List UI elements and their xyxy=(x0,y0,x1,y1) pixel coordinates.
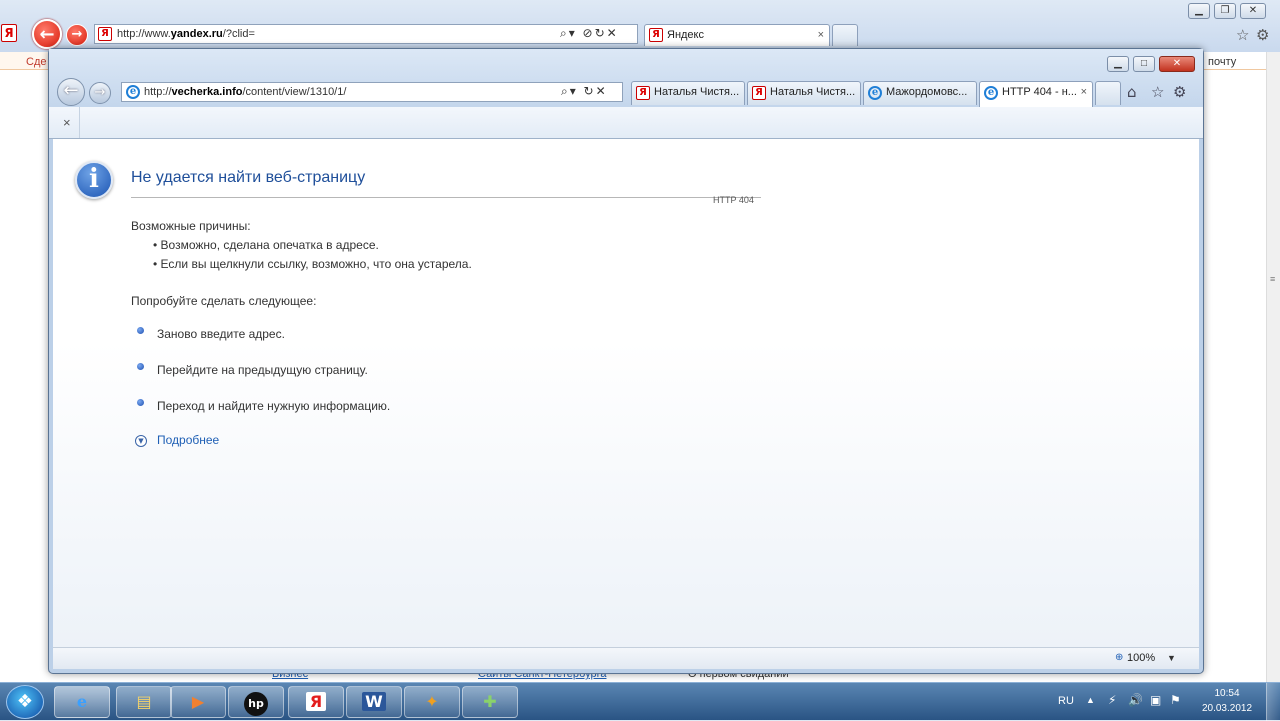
address-tools[interactable]: ⌕▾ ⊘↻✕ xyxy=(560,26,619,41)
yandex-favicon-icon: Я xyxy=(98,27,112,41)
front-nav-bar: ▁ □ ✕ ← → e http://vecherka.info/content… xyxy=(49,49,1203,107)
back-page-left: Сде xyxy=(0,52,48,682)
command-bar: × xyxy=(49,107,1203,139)
favorites-star-icon[interactable]: ☆ xyxy=(1236,26,1249,44)
close-window-button[interactable]: ✕ xyxy=(1240,3,1266,19)
volume-icon[interactable]: 🔊 xyxy=(1128,693,1143,707)
taskbar-hp-icon[interactable]: hp xyxy=(228,686,284,718)
tab-label: Мажордомовс... xyxy=(886,86,968,98)
new-tab-button[interactable] xyxy=(1095,81,1121,105)
home-icon[interactable]: ⌂ xyxy=(1127,83,1137,101)
address-suffix: /content/view/1310/1/ xyxy=(242,86,347,98)
restore-button[interactable]: ❐ xyxy=(1214,3,1236,19)
action-center-flag-icon[interactable]: ⚑ xyxy=(1170,693,1181,707)
front-browser-window: ▁ □ ✕ ← → e http://vecherka.info/content… xyxy=(48,48,1204,674)
address-domain: yandex.ru xyxy=(170,28,223,40)
back-button[interactable]: ← xyxy=(32,19,62,49)
tray-expand-icon[interactable]: ▲ xyxy=(1086,695,1095,705)
language-indicator[interactable]: RU xyxy=(1058,695,1074,707)
tab-natalya-1[interactable]: Я Наталья Чистя... xyxy=(631,81,745,105)
gear-icon[interactable]: ⚙ xyxy=(1173,83,1186,101)
expand-chevron-icon[interactable]: ▼ xyxy=(135,435,147,447)
status-bar: ⊕ 100% ▼ xyxy=(53,647,1199,669)
http-code: HTTP 404 xyxy=(713,195,754,205)
tab-label: Наталья Чистя... xyxy=(770,86,856,98)
bullet-icon xyxy=(137,399,144,406)
cause-item: • Возможно, сделана опечатка в адресе. xyxy=(153,238,379,252)
forward-button[interactable]: → xyxy=(89,82,111,104)
action-go-back[interactable]: Перейдите на предыдущую страницу. xyxy=(157,363,368,377)
back-window-toolbar: ▁ ❐ ✕ Я ← → Я http://www.yandex.ru/?clid… xyxy=(0,0,1280,52)
back-scrollbar[interactable]: ≡ xyxy=(1266,52,1280,682)
info-icon: i xyxy=(75,161,113,199)
forward-button[interactable]: → xyxy=(66,24,88,46)
address-bar[interactable]: e http://vecherka.info/content/view/1310… xyxy=(121,82,623,102)
back-page-right: почту xyxy=(1204,52,1266,682)
taskbar: ❖ e ▤ ▶ hp Я W ✦ ✚ RU ▲ ⚡ 🔊 ▣ ⚑ 10:54 20… xyxy=(0,682,1280,721)
yandex-favicon-icon: Я xyxy=(649,28,663,42)
title-divider xyxy=(131,197,761,198)
back-page-left-text: Сде xyxy=(26,56,47,68)
minimize-button[interactable]: ▁ xyxy=(1188,3,1210,19)
taskbar-app-icon[interactable]: ✦ xyxy=(404,686,460,718)
close-tab-icon[interactable]: × xyxy=(1081,82,1087,102)
address-prefix: http:// xyxy=(144,86,172,98)
ie-favicon-icon: e xyxy=(868,86,882,100)
yandex-favicon-icon: Я xyxy=(752,86,766,100)
address-suffix: /?clid= xyxy=(222,28,255,40)
desktop: ▁ ❐ ✕ Я ← → Я http://www.yandex.ru/?clid… xyxy=(0,0,1280,721)
tab-label: Наталья Чистя... xyxy=(654,86,740,98)
back-page-right-text[interactable]: почту xyxy=(1208,56,1236,68)
show-desktop-button[interactable] xyxy=(1266,683,1280,721)
taskbar-yandex-icon[interactable]: Я xyxy=(288,686,344,718)
minimize-button[interactable]: ▁ xyxy=(1107,56,1129,72)
clock-date: 20.03.2012 xyxy=(1201,703,1253,714)
action-navigate[interactable]: Переход и найдите нужную информацию. xyxy=(157,399,390,413)
close-tab-icon[interactable]: × xyxy=(818,25,824,45)
back-tab-yandex[interactable]: Я Яндекс × xyxy=(644,24,830,46)
tab-label: Яндекс xyxy=(667,29,704,41)
close-bar-button[interactable]: × xyxy=(63,115,71,130)
clock[interactable]: 10:54 20.03.2012 xyxy=(1198,686,1256,716)
bullet-icon xyxy=(137,327,144,334)
tab-natalya-2[interactable]: Я Наталья Чистя... xyxy=(747,81,861,105)
action-retype-address: Заново введите адрес. xyxy=(157,327,285,341)
cause-item: • Если вы щелкнули ссылку, возможно, что… xyxy=(153,257,472,271)
address-domain: vecherka.info xyxy=(171,86,243,98)
try-heading: Попробуйте сделать следующее: xyxy=(131,294,317,308)
back-button[interactable]: ← xyxy=(57,78,85,106)
more-info-link[interactable]: Подробнее xyxy=(157,433,219,447)
causes-heading: Возможные причины: xyxy=(131,219,251,233)
clock-time: 10:54 xyxy=(1214,688,1240,699)
tab-label: HTTP 404 - н... xyxy=(1002,86,1077,98)
yandex-logo-icon: Я xyxy=(1,24,17,42)
close-window-button[interactable]: ✕ xyxy=(1159,56,1195,72)
gear-icon[interactable]: ⚙ xyxy=(1256,26,1269,44)
address-tools[interactable]: ⌕▾ ↻✕ xyxy=(561,84,608,99)
power-icon[interactable]: ⚡ xyxy=(1108,693,1116,707)
error-page: i Не удается найти веб-страницу HTTP 404… xyxy=(53,139,1199,647)
taskbar-explorer-icon[interactable]: ▤ xyxy=(116,686,172,718)
back-address-bar[interactable]: Я http://www.yandex.ru/?clid= xyxy=(94,24,638,44)
zoom-icon: ⊕ xyxy=(1115,652,1124,663)
address-prefix: http://www. xyxy=(117,28,171,40)
new-tab-button[interactable] xyxy=(832,24,858,46)
network-icon[interactable]: ▣ xyxy=(1150,693,1161,707)
favorites-star-icon[interactable]: ☆ xyxy=(1151,83,1164,101)
taskbar-network-icon[interactable]: ✚ xyxy=(462,686,518,718)
ie-favicon-icon: e xyxy=(984,86,998,100)
tab-http-404[interactable]: e HTTP 404 - н... × xyxy=(979,81,1093,107)
zoom-level[interactable]: 100% xyxy=(1127,648,1155,668)
taskbar-ie-icon[interactable]: e xyxy=(54,686,110,718)
yandex-favicon-icon: Я xyxy=(636,86,650,100)
taskbar-media-icon[interactable]: ▶ xyxy=(170,686,226,718)
page-title: Не удается найти веб-страницу xyxy=(131,169,366,186)
zoom-dropdown-icon[interactable]: ▼ xyxy=(1167,648,1176,668)
bullet-icon xyxy=(137,363,144,370)
tab-majordomo[interactable]: e Мажордомовс... xyxy=(863,81,977,105)
taskbar-word-icon[interactable]: W xyxy=(346,686,402,718)
maximize-button[interactable]: □ xyxy=(1133,56,1155,72)
ie-favicon-icon: e xyxy=(126,85,140,99)
start-button[interactable]: ❖ xyxy=(6,685,44,719)
